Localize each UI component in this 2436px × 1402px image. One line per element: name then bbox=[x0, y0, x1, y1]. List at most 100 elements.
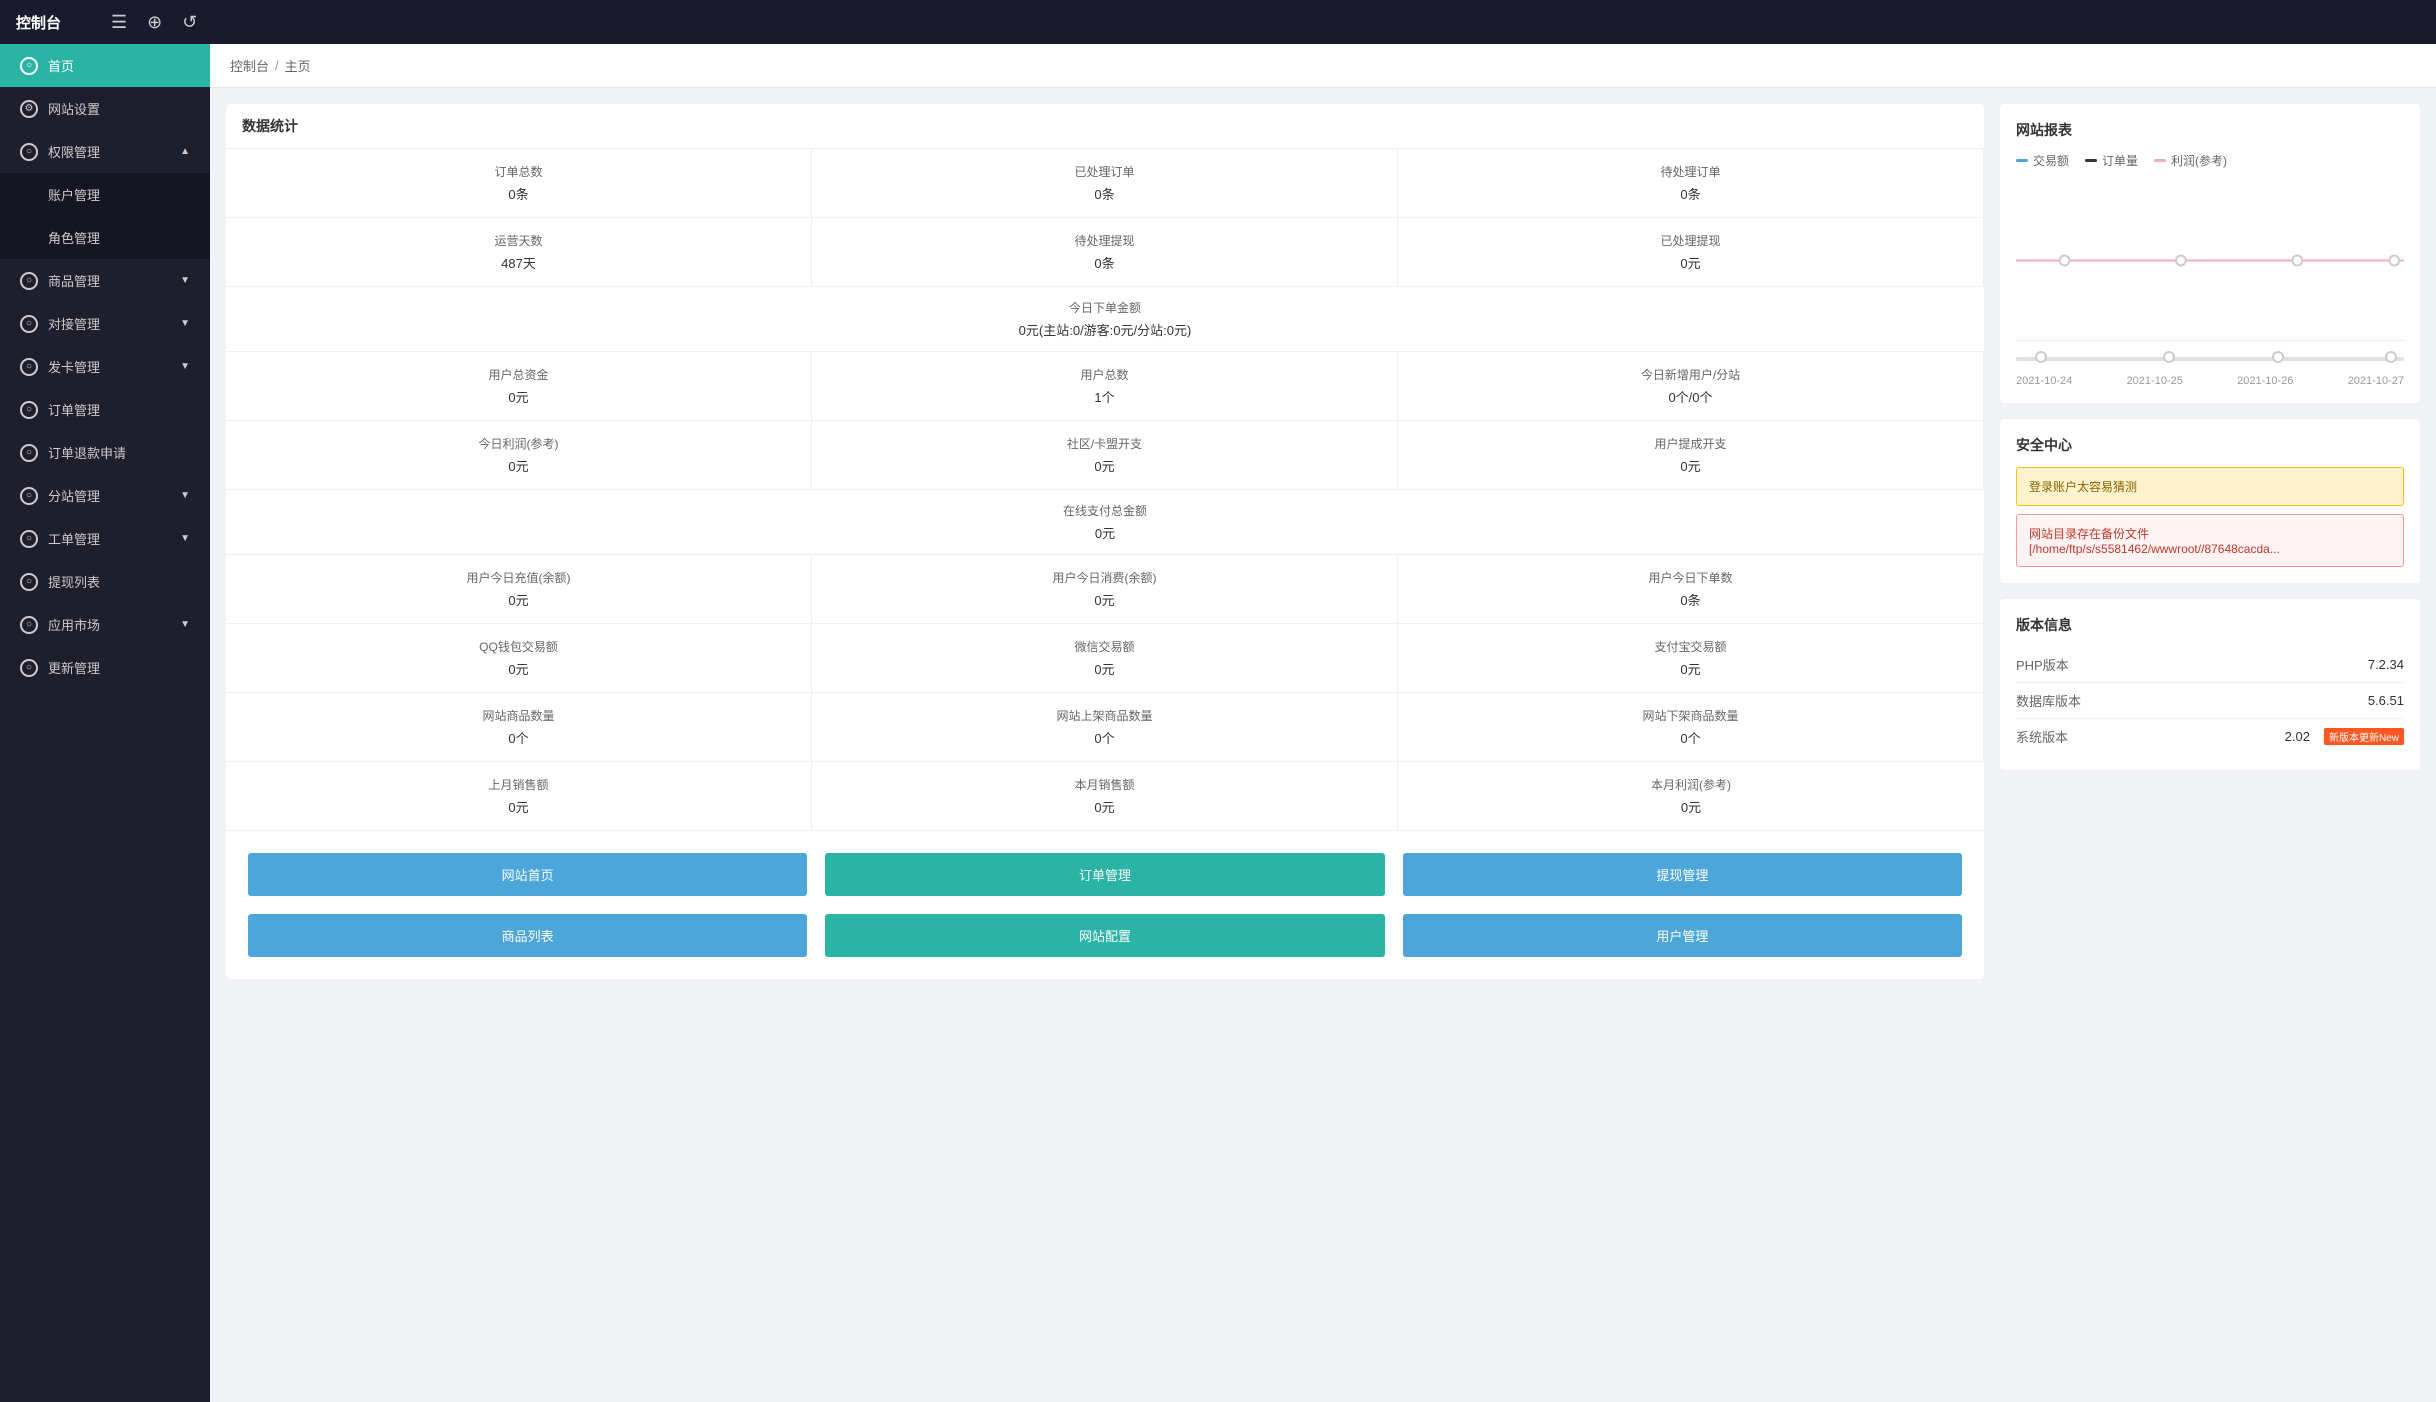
globe-icon[interactable]: ⊕ bbox=[147, 12, 162, 33]
stat-cell: 今日新增用户/分站0个/0个 bbox=[1398, 352, 1984, 421]
breadcrumb: 控制台 / 主页 bbox=[210, 44, 2436, 88]
version-title: 版本信息 bbox=[2016, 615, 2404, 635]
sidebar-label-account-mgmt: 账户管理 bbox=[48, 185, 100, 204]
version-value-cell: 7.2.34 bbox=[2368, 655, 2404, 674]
version-value-cell: 2.02新版本更新New bbox=[2285, 727, 2404, 746]
sidebar-label-role-mgmt: 角色管理 bbox=[48, 228, 100, 247]
chart-slider[interactable] bbox=[2016, 349, 2404, 369]
chart-legend-item: 订单量 bbox=[2085, 152, 2138, 169]
stat-cell: 在线支付总金额0元 bbox=[226, 490, 1984, 555]
chart-card: 网站报表 交易额订单量利润(参考) bbox=[2000, 104, 2420, 403]
action-btn-提现管理[interactable]: 提现管理 bbox=[1403, 853, 1962, 896]
action-btn-网站首页[interactable]: 网站首页 bbox=[248, 853, 807, 896]
stat-label: 用户今日充值(余额) bbox=[242, 569, 795, 586]
sidebar-item-refund[interactable]: ○ 订单退款申请 bbox=[0, 431, 210, 474]
sidebar-item-order-mgmt[interactable]: ○ 订单管理 bbox=[0, 388, 210, 431]
stats-card: 数据统计 订单总数0条已处理订单0条待处理订单0条运营天数487天待处理提现0条… bbox=[226, 104, 1984, 979]
stat-cell: 用户总资金0元 bbox=[226, 352, 812, 421]
stat-label: 网站下架商品数量 bbox=[1414, 707, 1967, 724]
access-icon: ○ bbox=[20, 143, 38, 161]
stat-cell: 待处理提现0条 bbox=[812, 218, 1398, 287]
sidebar-label-app-market: 应用市场 bbox=[48, 615, 100, 634]
sidebar-item-app-market[interactable]: ○ 应用市场 ▼ bbox=[0, 603, 210, 646]
slider-thumb-3[interactable] bbox=[2272, 351, 2284, 363]
sidebar-item-site-settings[interactable]: ⚙ 网站设置 bbox=[0, 87, 210, 130]
sidebar-item-update-mgmt[interactable]: ○ 更新管理 bbox=[0, 646, 210, 689]
stat-label: 网站商品数量 bbox=[242, 707, 795, 724]
sidebar-item-access-mgmt[interactable]: ○ 权限管理 ▲ bbox=[0, 130, 210, 173]
version-rows: PHP版本 7.2.34 数据库版本5.6.51 系统版本 2.02新版本更新New bbox=[2016, 647, 2404, 754]
sidebar-label-refund: 订单退款申请 bbox=[48, 443, 126, 462]
version-row: 数据库版本5.6.51 bbox=[2016, 683, 2404, 719]
sidebar-item-subsite-mgmt[interactable]: ○ 分站管理 ▼ bbox=[0, 474, 210, 517]
security-card: 安全中心 登录账户太容易猜测网站目录存在备份文件 [/home/ftp/s/s5… bbox=[2000, 419, 2420, 583]
topbar: 控制台 ☰ ⊕ ↺ bbox=[0, 0, 2436, 44]
action-btn-网站配置[interactable]: 网站配置 bbox=[825, 914, 1384, 957]
stat-cell: 已处理订单 0条 bbox=[812, 149, 1398, 218]
topbar-title: 控制台 bbox=[16, 12, 61, 33]
stat-value: 0条 bbox=[242, 184, 795, 203]
stat-value: 0元 bbox=[242, 523, 1968, 542]
chart-area bbox=[2016, 181, 2404, 341]
sidebar-item-home[interactable]: ○ 首页 bbox=[0, 44, 210, 87]
sidebar-item-account-mgmt[interactable]: 账户管理 bbox=[0, 173, 210, 216]
stat-cell: 网站下架商品数量0个 bbox=[1398, 693, 1984, 762]
version-label: PHP版本 bbox=[2016, 655, 2069, 674]
menu-icon[interactable]: ☰ bbox=[111, 12, 127, 33]
order-icon: ○ bbox=[20, 401, 38, 419]
stat-label: QQ钱包交易额 bbox=[242, 638, 795, 655]
slider-track bbox=[2016, 357, 2404, 361]
stat-label: 已处理订单 bbox=[828, 163, 1381, 180]
action-btn-订单管理[interactable]: 订单管理 bbox=[825, 853, 1384, 896]
stat-label: 待处理订单 bbox=[1414, 163, 1967, 180]
new-badge: 新版本更新New bbox=[2324, 728, 2404, 745]
breadcrumb-item-1[interactable]: 控制台 bbox=[230, 56, 269, 75]
stat-label: 用户今日消费(余额) bbox=[828, 569, 1381, 586]
slider-thumb-1[interactable] bbox=[2035, 351, 2047, 363]
slider-thumb-2[interactable] bbox=[2163, 351, 2175, 363]
slider-thumb-4[interactable] bbox=[2385, 351, 2397, 363]
stat-cell: 用户今日下单数0条 bbox=[1398, 555, 1984, 624]
chevron-down-icon-6: ▼ bbox=[180, 619, 190, 630]
sidebar-item-product-mgmt[interactable]: ○ 商品管理 ▼ bbox=[0, 259, 210, 302]
app-icon: ○ bbox=[20, 616, 38, 634]
stat-label: 用户总数 bbox=[828, 366, 1381, 383]
stat-cell: 本月利润(参考)0元 bbox=[1398, 762, 1984, 831]
action-btn-商品列表[interactable]: 商品列表 bbox=[248, 914, 807, 957]
stat-value: 0条 bbox=[828, 184, 1381, 203]
legend-dot bbox=[2154, 159, 2166, 162]
sidebar-item-connect-mgmt[interactable]: ○ 对接管理 ▼ bbox=[0, 302, 210, 345]
chart-title: 网站报表 bbox=[2016, 120, 2404, 140]
chart-legend-item: 交易额 bbox=[2016, 152, 2069, 169]
chart-svg bbox=[2016, 181, 2404, 340]
refresh-icon[interactable]: ↺ bbox=[182, 12, 197, 33]
sidebar-label-order-mgmt: 订单管理 bbox=[48, 400, 100, 419]
stat-value: 0元 bbox=[1414, 253, 1967, 272]
security-items: 登录账户太容易猜测网站目录存在备份文件 [/home/ftp/s/s558146… bbox=[2016, 467, 2404, 567]
sidebar-sub-access: 账户管理 角色管理 bbox=[0, 173, 210, 259]
stat-cell: QQ钱包交易额0元 bbox=[226, 624, 812, 693]
action-btn-用户管理[interactable]: 用户管理 bbox=[1403, 914, 1962, 957]
sidebar-item-task-mgmt[interactable]: ○ 工单管理 ▼ bbox=[0, 517, 210, 560]
stat-label: 用户总资金 bbox=[242, 366, 795, 383]
breadcrumb-separator: / bbox=[275, 58, 279, 73]
stat-value: 0条 bbox=[1414, 184, 1967, 203]
version-label: 系统版本 bbox=[2016, 727, 2068, 746]
stat-cell: 今日下单金额0元(主站:0/游客:0元/分站:0元) bbox=[226, 287, 1984, 352]
stat-value: 0元(主站:0/游客:0元/分站:0元) bbox=[242, 320, 1968, 339]
stat-label: 网站上架商品数量 bbox=[828, 707, 1381, 724]
sidebar-item-role-mgmt[interactable]: 角色管理 bbox=[0, 216, 210, 259]
sidebar-label-access-mgmt: 权限管理 bbox=[48, 142, 100, 161]
chevron-down-icon-4: ▼ bbox=[180, 490, 190, 501]
sidebar-item-card-mgmt[interactable]: ○ 发卡管理 ▼ bbox=[0, 345, 210, 388]
breadcrumb-item-2[interactable]: 主页 bbox=[285, 56, 311, 75]
stat-cell: 上月销售额0元 bbox=[226, 762, 812, 831]
sidebar-item-withdraw-list[interactable]: ○ 提现列表 bbox=[0, 560, 210, 603]
stat-label: 已处理提现 bbox=[1414, 232, 1967, 249]
stat-value: 0个/0个 bbox=[1414, 387, 1967, 406]
legend-label: 订单量 bbox=[2102, 152, 2138, 169]
sidebar-label-product-mgmt: 商品管理 bbox=[48, 271, 100, 290]
stat-cell: 微信交易额0元 bbox=[812, 624, 1398, 693]
chevron-down-icon-5: ▼ bbox=[180, 533, 190, 544]
stat-cell: 用户今日消费(余额)0元 bbox=[812, 555, 1398, 624]
